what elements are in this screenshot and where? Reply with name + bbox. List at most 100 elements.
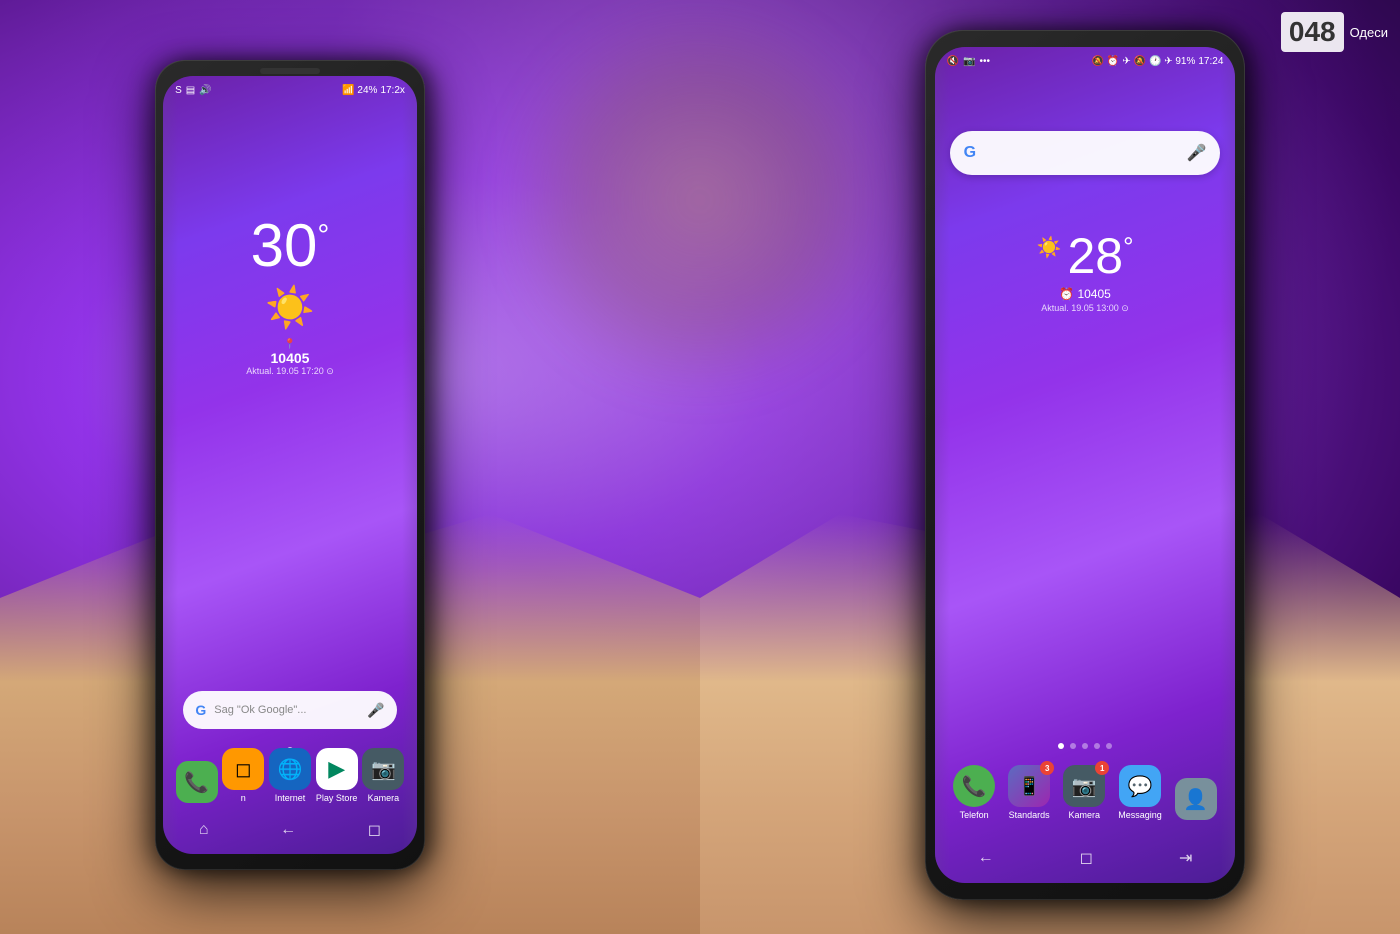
temperature-left: 30° [246,216,334,276]
update-right: Aktual. 19.05 13:00 ⊙ [1037,303,1134,314]
internet-app-label: Internet [275,793,306,803]
status-silent: 🔕 [1091,56,1103,67]
nav-home-right[interactable]: ⇥ [1179,848,1192,868]
temperature-right: 28° [1067,231,1133,281]
weather-widget-right: ☀️ 28° ⏰ 10405 Aktual. 19.05 13:00 ⊙ [1037,231,1134,314]
status-bar-right: 🔇 📷 ••• 🔕 ⏰ ✈ 🔕 🕐 ✈ 91% 17:24 [935,47,1236,75]
dot-active [1058,743,1064,749]
status-airplane: ✈ [1122,56,1130,67]
samsung-app-icon: ◻ [222,748,264,790]
screen-curve-right [402,76,417,854]
status-alarm: ⏰ [1107,56,1119,67]
app-playstore-left[interactable]: ▶ Play Store [316,748,358,803]
location-pin-left: 📍 [246,339,334,350]
watermark: 048 Одеси [1281,12,1388,52]
playstore-app-label: Play Store [316,793,358,803]
app-telefon[interactable]: 📞 Telefon [953,765,995,820]
status-samsung-icon: S [175,85,182,96]
contacts-icon: 👤 [1175,778,1217,820]
phone-left-screen[interactable]: S ▤ 🔊 📶 24% 17:2x 30° ☀️ [163,76,417,854]
samsung-app-label: n [241,793,246,803]
app-camera-left[interactable]: 📷 Kamera [362,748,404,803]
status-left-right-phone: 🔇 📷 ••• [947,56,990,67]
nav-recent-right[interactable]: ◻ [1080,848,1093,868]
battery-left: 24% [357,85,377,96]
standards-label: Standards [1009,810,1050,820]
weather-temp-row: ☀️ 28° [1037,231,1134,281]
person-background [500,0,900,400]
kamera-right-icon: 📷 1 [1063,765,1105,807]
status-sound-icon: 🔊 [199,85,211,96]
kamera-right-label: Kamera [1068,810,1100,820]
kamera-badge: 1 [1095,761,1109,775]
time-left: 17:2x [380,85,404,96]
phone-right-screen[interactable]: 🔇 📷 ••• 🔕 ⏰ ✈ 🔕 🕐 ✈ 91% 17:24 [935,47,1236,882]
telefon-icon: 📞 [953,765,995,807]
speaker-bar [260,68,320,74]
status-notif-icon: ▤ [186,85,195,96]
status-cam-icon: 📷 [963,56,975,67]
internet-app-icon: 🌐 [269,748,311,790]
nav-home[interactable]: ⌂ [199,821,209,839]
app-internet-left[interactable]: 🌐 Internet [269,748,311,803]
playstore-app-icon: ▶ [316,748,358,790]
mic-icon-right: 🎤 [1186,143,1206,163]
weather-widget-left: 30° ☀️ 📍 10405 Aktual. 19.05 17:20 ⊙ [246,216,334,377]
google-logo-left: G [195,702,206,718]
dot-5 [1106,743,1112,749]
alarm-right: ⏰ 10405 [1037,287,1134,301]
google-bar-left[interactable]: G Sag "Ok Google"... 🎤 [183,691,396,729]
nav-bar-left: ⌂ ← ◻ [163,814,417,846]
status-left-icons: S ▤ 🔊 [175,85,212,96]
mic-icon-left: 🎤 [367,702,384,719]
app-kamera-right[interactable]: 📷 1 Kamera [1063,765,1105,820]
app-samsung-left[interactable]: ◻ n [222,748,264,803]
phone-right-body: 🔇 📷 ••• 🔕 ⏰ ✈ 🔕 🕐 ✈ 91% 17:24 [925,30,1245,900]
app-messaging[interactable]: 💬 Messaging [1118,765,1162,820]
google-bar-right-top[interactable]: G 🎤 [950,131,1221,175]
google-logo-right: G [964,144,976,162]
app-contacts[interactable]: 👤 [1175,778,1217,820]
app-dock-left: 📞 ◻ n 🌐 Internet ▶ Play Store [173,748,407,807]
google-placeholder-left: Sag "Ok Google"... [214,704,359,716]
time-right: 17:24 [1198,56,1223,67]
phone-right: 🔇 📷 ••• 🔕 ⏰ ✈ 🔕 🕐 ✈ 91% 17:24 [925,30,1245,900]
phone-left-body: S ▤ 🔊 📶 24% 17:2x 30° ☀️ [155,60,425,870]
status-right-info: 📶 24% 17:2x [342,85,405,96]
nav-back[interactable]: ← [280,821,296,839]
dot-2 [1070,743,1076,749]
dot-3 [1082,743,1088,749]
watermark-number: 048 [1281,12,1344,52]
nav-back-right[interactable]: ← [978,849,994,867]
battery-right: 🔕 🕐 ✈ 91% [1134,56,1196,67]
status-bar-left: S ▤ 🔊 📶 24% 17:2x [163,76,417,104]
status-right-right-phone: 🔕 ⏰ ✈ 🔕 🕐 ✈ 91% 17:24 [1091,56,1223,67]
status-mute-icon: 🔇 [947,56,959,67]
page-dots-right [1058,743,1112,749]
g-letter: G [195,702,206,718]
messaging-icon: 💬 [1119,765,1161,807]
main-scene: 048 Одеси S ▤ 🔊 [0,0,1400,934]
screen-curve-right-r [1220,47,1235,882]
app-phone-left[interactable]: 📞 [176,761,218,803]
update-left: Aktual. 19.05 17:20 ⊙ [246,366,334,377]
watermark-city: Одеси [1350,25,1388,40]
standards-badge: 3 [1040,761,1054,775]
camera-app-label: Kamera [368,793,400,803]
messaging-label: Messaging [1118,810,1162,820]
dot-4 [1094,743,1100,749]
phone-app-icon: 📞 [176,761,218,803]
nav-recent[interactable]: ◻ [368,820,381,840]
camera-app-icon: 📷 [362,748,404,790]
sun-icon-left: ☀️ [246,284,334,331]
app-dock-right: 📞 Telefon 📱 3 Standards 📷 1 [947,765,1224,824]
screen-curve-left-r [935,47,950,882]
phone-left: S ▤ 🔊 📶 24% 17:2x 30° ☀️ [155,60,425,870]
location-left: 10405 [246,350,334,366]
status-dots: ••• [980,56,991,67]
standards-icon: 📱 3 [1008,765,1050,807]
wifi-icon: 📶 [342,85,354,96]
app-standards[interactable]: 📱 3 Standards [1008,765,1050,820]
g-letter-right: G [964,144,976,162]
nav-bar-right: ← ◻ ⇥ [935,842,1236,874]
